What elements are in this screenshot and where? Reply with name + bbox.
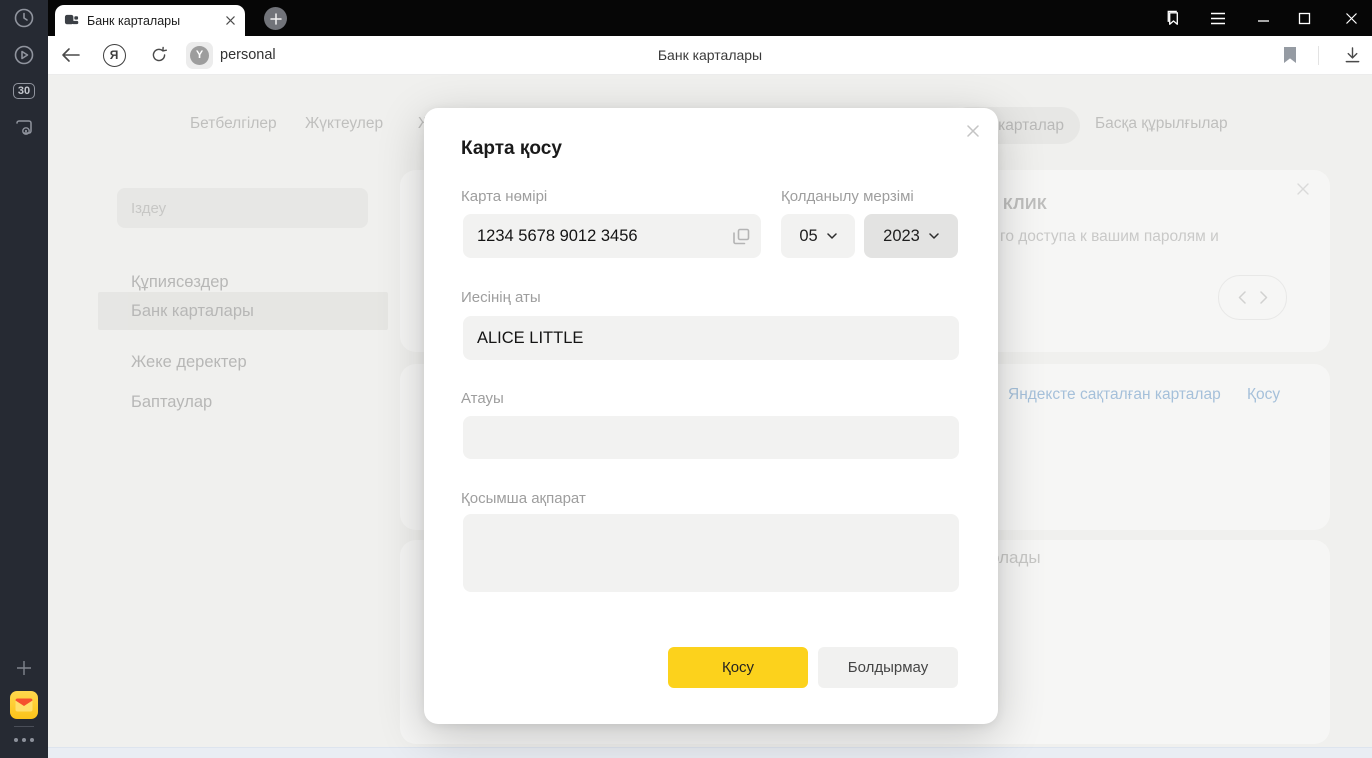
rail-add-icon[interactable] [0, 656, 48, 680]
modal-close-icon[interactable] [960, 118, 986, 144]
comment-label: Қосымша ақпарат [461, 490, 586, 507]
tab-title: Банк карталары [87, 13, 181, 28]
video-play-icon[interactable] [0, 43, 48, 67]
carousel-prev-icon[interactable] [1238, 291, 1246, 304]
history-icon[interactable] [0, 6, 48, 30]
card-name-input[interactable] [463, 416, 959, 459]
expiry-label: Қолданылу мерзімі [781, 188, 914, 205]
owner-name-field [463, 316, 959, 360]
link-yandex-saved-cards[interactable]: Яндексте сақталған карталар [1008, 386, 1221, 404]
menu-item-settings[interactable]: Баптаулар [98, 383, 388, 421]
expiry-month-value: 05 [799, 226, 818, 245]
bookmarks-panel-icon[interactable] [1154, 0, 1192, 36]
card-number-field [463, 214, 761, 258]
maximize-button[interactable] [1285, 0, 1323, 36]
tab-close-icon[interactable] [225, 15, 236, 26]
add-card-modal: Карта қосу Карта нөмірі Қолданылу мерзім… [424, 108, 998, 724]
copy-icon[interactable] [730, 225, 752, 247]
owner-name-label: Иесінің аты [461, 289, 541, 306]
promo-title: КЛИК [1003, 196, 1048, 213]
tab-favicon-icon [64, 14, 79, 25]
browser-menu-icon[interactable] [1199, 0, 1237, 36]
minimize-button[interactable] [1244, 0, 1282, 36]
chevron-down-icon [929, 233, 939, 239]
nav-downloads[interactable]: Жүктеулер [305, 115, 383, 133]
expiry-year-value: 2023 [883, 226, 920, 245]
address-bar: Я Y personal Банк карталары [48, 36, 1372, 75]
menu-item-bank-cards[interactable]: Банк карталары [98, 292, 388, 330]
tab-count-label: 30 [12, 83, 36, 99]
protect-letter: Y [195, 49, 204, 61]
comment-textarea[interactable] [463, 514, 959, 592]
comment-field [463, 514, 959, 592]
nav-other-devices[interactable]: Басқа құрылғылар [1095, 115, 1228, 133]
yandex-letter: Я [109, 48, 119, 62]
browser-side-rail: 30 [0, 0, 48, 758]
tab-strip: Банк карталары [48, 0, 1372, 36]
refresh-icon[interactable] [149, 36, 169, 74]
card-number-input[interactable] [463, 214, 761, 258]
promo-body: го доступа к вашим паролям и [1000, 228, 1219, 245]
modal-title: Карта қосу [461, 138, 562, 159]
downloads-icon[interactable] [1342, 36, 1362, 74]
rail-divider [14, 726, 34, 727]
card-number-label: Карта нөмірі [461, 188, 548, 205]
card-name-field [463, 416, 959, 459]
settings-search-input[interactable] [117, 188, 368, 228]
owner-name-input[interactable] [463, 316, 959, 360]
card-name-label: Атауы [461, 390, 504, 407]
page-bottom-strip [48, 747, 1372, 758]
yandex-home-icon[interactable]: Я [102, 36, 126, 74]
expiry-year-select[interactable]: 2023 [864, 214, 958, 258]
submit-button[interactable]: Қосу [668, 647, 808, 688]
bookmark-icon[interactable] [1280, 36, 1300, 74]
close-window-button[interactable] [1332, 0, 1370, 36]
menu-item-personal-data[interactable]: Жеке деректер [98, 343, 388, 381]
rail-more-icon[interactable] [0, 732, 48, 748]
toolbar-divider [1318, 46, 1319, 65]
chevron-down-icon [826, 233, 837, 239]
protect-icon[interactable]: Y [186, 36, 213, 74]
new-tab-button[interactable] [264, 7, 287, 30]
promo-close-icon[interactable] [1296, 182, 1310, 201]
screenshot-icon[interactable] [0, 116, 48, 140]
browser-tab[interactable]: Банк карталары [55, 5, 245, 36]
profile-badge[interactable]: personal [220, 36, 276, 74]
yandex-mail-app-icon[interactable] [0, 691, 48, 719]
nav-bookmarks[interactable]: Бетбелгілер [190, 115, 277, 133]
tab-counter-badge[interactable]: 30 [0, 80, 48, 102]
link-add-card[interactable]: Қосу [1247, 386, 1280, 404]
expiry-month-select[interactable]: 05 [781, 214, 855, 258]
carousel-next-icon[interactable] [1259, 291, 1268, 304]
cancel-button[interactable]: Болдырмау [818, 647, 958, 688]
promo-carousel [1218, 275, 1287, 320]
back-icon[interactable] [59, 36, 83, 74]
